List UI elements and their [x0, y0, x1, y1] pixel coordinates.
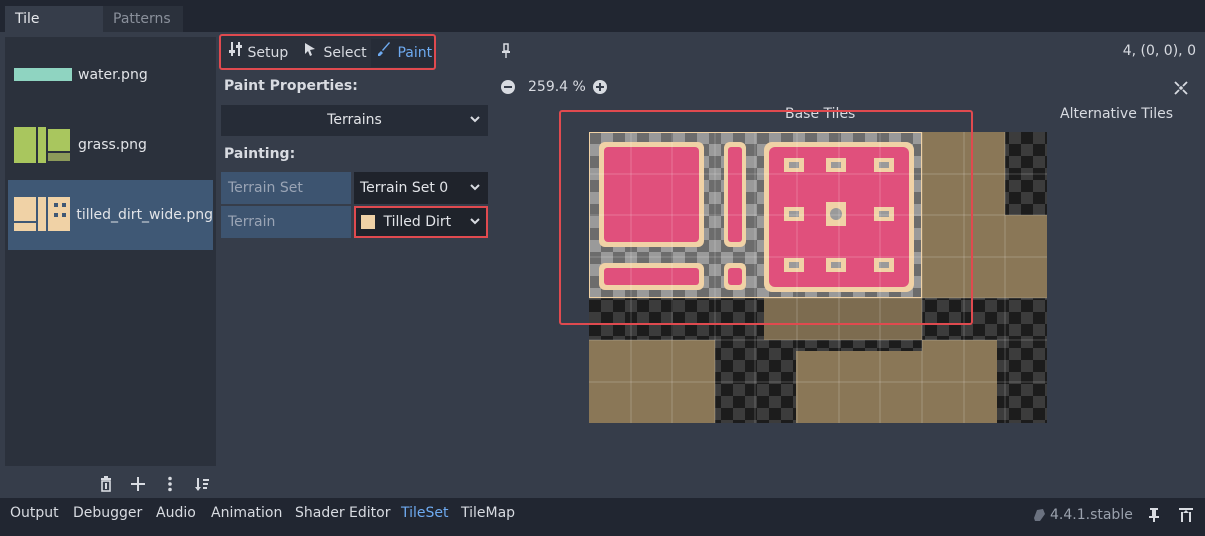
expand-panel-icon[interactable] [1178, 507, 1194, 527]
setup-icon [229, 39, 243, 67]
godot-logo-icon [1032, 508, 1046, 526]
tile-atlas-viewport[interactable]: 259.4 % Base Tiles Alternative Tiles [492, 71, 1199, 497]
paint-mode-dropdown[interactable]: Terrains [221, 105, 488, 136]
terrain-set-label: Terrain Set [221, 172, 351, 204]
version-label: 4.4.1.stable [1050, 507, 1133, 523]
tilled-dirt-thumbnail [12, 195, 70, 235]
terrain-color-swatch [361, 215, 375, 229]
cursor-icon [303, 39, 319, 67]
source-item-water[interactable]: water.png [8, 40, 213, 110]
zoom-out-icon[interactable] [500, 79, 516, 99]
tile-coords-readout: 4, (0, 0), 0 [1122, 43, 1196, 59]
source-label: tilled_dirt_wide.png [76, 207, 213, 223]
tile-source-list[interactable]: water.png grass.png tilled_dirt_wide.png [5, 37, 216, 466]
bottom-tab-animation[interactable]: Animation [211, 505, 282, 521]
tab-patterns[interactable]: Patterns [103, 6, 183, 32]
alternative-tiles-label: Alternative Tiles [1060, 106, 1174, 122]
bottom-tab-output[interactable]: Output [10, 505, 59, 521]
paint-button[interactable]: Paint [371, 39, 434, 67]
terrain-dropdown[interactable]: Tilled Dirt [354, 206, 488, 238]
center-view-icon[interactable] [1173, 80, 1189, 100]
brush-icon [377, 39, 393, 67]
delete-icon[interactable] [97, 476, 115, 495]
chevron-down-icon [469, 208, 481, 246]
bottom-tab-tilemap[interactable]: TileMap [461, 505, 515, 521]
sort-icon[interactable] [193, 476, 211, 495]
grass-thumbnail [12, 125, 72, 165]
select-label: Select [323, 45, 367, 61]
water-thumbnail [12, 55, 72, 95]
pin-panel-icon[interactable] [1147, 507, 1161, 527]
painting-title: Painting: [224, 146, 296, 162]
source-item-grass[interactable]: grass.png [8, 110, 213, 180]
source-item-tilled-dirt[interactable]: tilled_dirt_wide.png [8, 180, 213, 250]
mode-toolbar: Setup Select Paint [219, 34, 436, 70]
select-button[interactable]: Select [297, 39, 369, 67]
zoom-in-icon[interactable] [592, 79, 608, 99]
bottom-tab-audio[interactable]: Audio [156, 505, 196, 521]
terrain-value: Tilled Dirt [383, 214, 452, 230]
paint-properties-title: Paint Properties: [224, 78, 358, 94]
setup-label: Setup [247, 45, 289, 61]
tab-tile-sources[interactable]: Tile Sources [5, 6, 103, 53]
setup-button[interactable]: Setup [223, 39, 295, 67]
paint-mode-value: Terrains [327, 112, 382, 128]
more-options-icon[interactable] [161, 476, 179, 495]
source-label: grass.png [78, 137, 147, 153]
terrain-set-dropdown[interactable]: Terrain Set 0 [354, 172, 488, 204]
pin-icon[interactable] [499, 43, 513, 62]
bottom-tab-tileset[interactable]: TileSet [401, 505, 449, 521]
paint-label: Paint [397, 45, 433, 61]
terrain-set-value: Terrain Set 0 [360, 180, 449, 196]
add-icon[interactable] [129, 476, 147, 495]
base-tiles-highlight [559, 110, 973, 325]
source-label: water.png [78, 67, 148, 83]
zoom-level[interactable]: 259.4 % [528, 79, 586, 95]
bottom-tab-shader-editor[interactable]: Shader Editor [295, 505, 390, 521]
terrain-label: Terrain [221, 206, 351, 238]
bottom-tab-debugger[interactable]: Debugger [73, 505, 142, 521]
chevron-down-icon [469, 105, 481, 148]
